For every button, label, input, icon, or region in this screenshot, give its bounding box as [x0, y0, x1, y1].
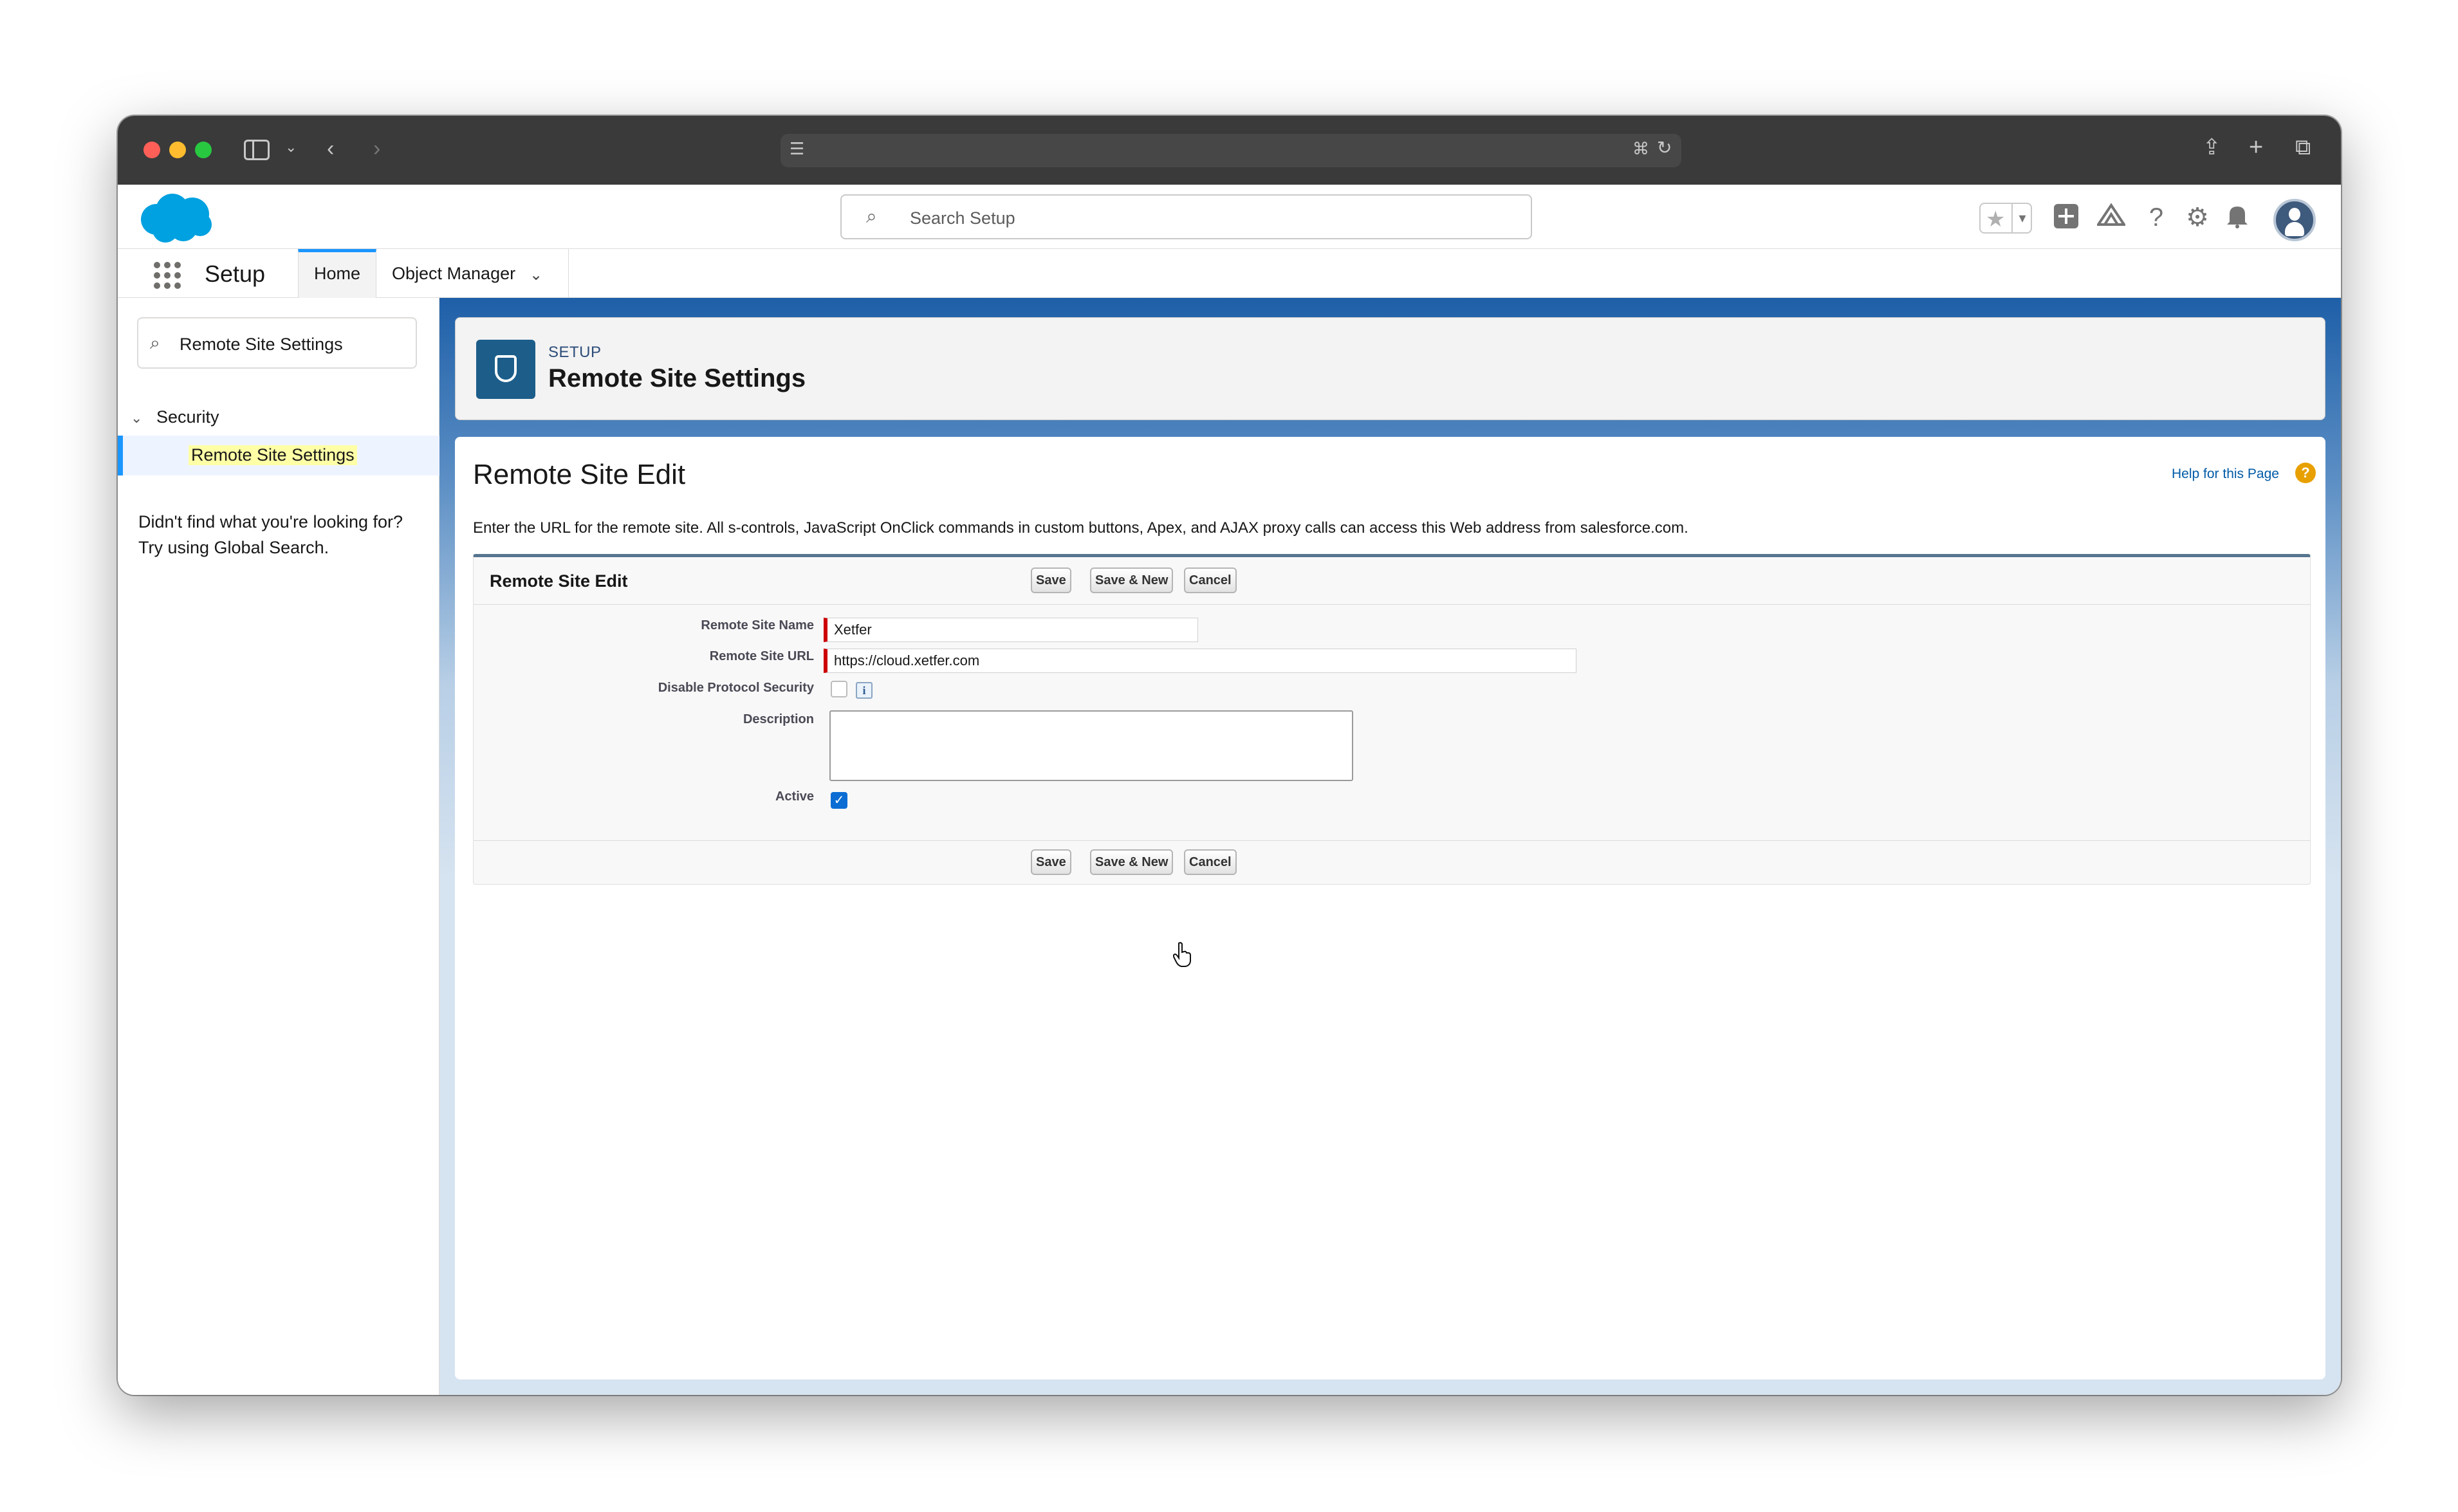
browser-window: ⌄ ‹ › ☰ ⌘ ↻ ⇪ + ⧉ ⌕ Search Setup ★ ▾ ? ⚙… — [118, 116, 2341, 1395]
share-icon[interactable]: ⇪ — [2203, 136, 2221, 158]
tab-overview-icon[interactable]: ⧉ — [2295, 136, 2311, 158]
notifications-bell-icon[interactable] — [2223, 203, 2251, 235]
minimize-window-button[interactable] — [169, 142, 186, 158]
gear-icon[interactable]: ⚙ — [2183, 203, 2212, 232]
remote-site-edit-form: Remote Site Edit Save Save & New Cancel … — [473, 554, 2311, 885]
remote-site-url-label: Remote Site URL — [709, 649, 814, 663]
tree-item-remote-site-settings[interactable]: Remote Site Settings — [118, 436, 439, 475]
remote-site-name-label: Remote Site Name — [701, 618, 814, 632]
tree-node-security[interactable]: ⌄ Security — [131, 407, 219, 427]
section-description: Enter the URL for the remote site. All s… — [473, 519, 1688, 537]
star-icon[interactable]: ★ — [1986, 207, 2005, 232]
search-placeholder: Search Setup — [910, 208, 1015, 228]
search-icon: ⌕ — [866, 206, 877, 227]
tab-home[interactable]: Home — [298, 249, 376, 298]
save-button-top[interactable]: Save — [1031, 567, 1071, 593]
tab-object-manager[interactable]: Object Manager — [392, 249, 515, 298]
help-for-this-page-link[interactable]: Help for this Page — [2172, 466, 2279, 482]
description-label: Description — [743, 712, 814, 726]
favorites-dropdown-icon[interactable]: ▾ — [2011, 204, 2032, 232]
section-title: Remote Site Edit — [473, 459, 686, 490]
active-label: Active — [775, 789, 814, 804]
user-avatar[interactable] — [2273, 199, 2316, 241]
save-new-button-top[interactable]: Save & New — [1090, 567, 1174, 593]
main-content-area: SETUP Remote Site Settings Remote Site E… — [439, 298, 2341, 1395]
nav-divider — [568, 249, 569, 298]
active-checkbox[interactable]: ✓ — [831, 792, 847, 809]
save-new-button-bottom[interactable]: Save & New — [1090, 849, 1174, 875]
tree-node-security-label: Security — [156, 407, 219, 427]
not-found-line-2: Try using Global Search. — [138, 538, 329, 557]
content-card: Remote Site Edit Help for this Page ? En… — [455, 437, 2325, 1379]
form-title: Remote Site Edit — [490, 571, 628, 591]
global-header: ⌕ Search Setup ★ ▾ ? ⚙ — [118, 185, 2341, 249]
not-found-line-1: Didn't find what you're looking for? — [138, 512, 403, 531]
cancel-button-top[interactable]: Cancel — [1184, 567, 1237, 593]
form-header: Remote Site Edit Save Save & New Cancel — [474, 557, 2310, 605]
translate-icon[interactable]: ⌘ — [1632, 140, 1649, 157]
maximize-window-button[interactable] — [195, 142, 212, 158]
cancel-button-bottom[interactable]: Cancel — [1184, 849, 1237, 875]
search-setup-input[interactable]: ⌕ Search Setup — [840, 194, 1532, 239]
app-navigation-bar: Setup Home Object Manager ⌄ — [118, 249, 2341, 298]
remote-site-name-field[interactable]: Xetfer — [824, 618, 1198, 642]
form-footer: Save Save & New Cancel — [474, 840, 2310, 884]
help-icon[interactable]: ? — [2142, 203, 2170, 232]
trailhead-icon[interactable] — [2096, 203, 2127, 235]
info-icon[interactable]: i — [856, 682, 873, 699]
page-eyebrow: SETUP — [548, 344, 602, 361]
tree-item-label: Remote Site Settings — [189, 445, 357, 465]
app-launcher-icon[interactable] — [154, 262, 181, 289]
disable-protocol-security-checkbox[interactable] — [831, 681, 847, 697]
chevron-down-icon[interactable]: ⌄ — [530, 266, 542, 284]
help-question-icon[interactable]: ? — [2295, 463, 2316, 483]
salesforce-logo[interactable] — [137, 191, 214, 245]
page-header: SETUP Remote Site Settings — [455, 317, 2325, 420]
page-menu-icon[interactable]: ☰ — [790, 140, 804, 157]
address-bar[interactable]: ☰ ⌘ ↻ — [781, 134, 1681, 167]
disable-protocol-security-label: Disable Protocol Security — [658, 681, 814, 695]
save-button-bottom[interactable]: Save — [1031, 849, 1071, 875]
remote-site-url-field[interactable]: https://cloud.xetfer.com — [824, 649, 1576, 673]
browser-toolbar: ⌄ ‹ › ☰ ⌘ ↻ ⇪ + ⧉ — [118, 116, 2341, 185]
close-window-button[interactable] — [143, 142, 160, 158]
app-name: Setup — [205, 261, 266, 287]
reload-icon[interactable]: ↻ — [1657, 139, 1672, 157]
forward-icon[interactable]: › — [373, 138, 380, 160]
setup-sidebar: ⌕ Remote Site Settings ⌄ Security Remote … — [118, 298, 439, 1395]
quick-find-input[interactable]: ⌕ Remote Site Settings — [137, 317, 417, 369]
shield-icon — [476, 340, 535, 399]
global-actions-icon[interactable] — [2051, 203, 2082, 236]
search-icon: ⌕ — [150, 333, 160, 353]
chevron-down-icon[interactable]: ⌄ — [131, 410, 156, 427]
quick-find-value: Remote Site Settings — [180, 335, 343, 354]
sidebar-toggle-icon[interactable] — [244, 140, 270, 160]
not-found-hint: Didn't find what you're looking for? Try… — [138, 509, 403, 560]
chevron-down-icon[interactable]: ⌄ — [285, 140, 297, 154]
new-tab-icon[interactable]: + — [2249, 135, 2263, 160]
description-textarea[interactable] — [829, 710, 1353, 781]
hand-cursor-icon — [1173, 942, 1191, 967]
page-title: Remote Site Settings — [548, 364, 806, 392]
favorites-button[interactable]: ★ ▾ — [1979, 203, 2032, 234]
back-icon[interactable]: ‹ — [327, 138, 334, 160]
